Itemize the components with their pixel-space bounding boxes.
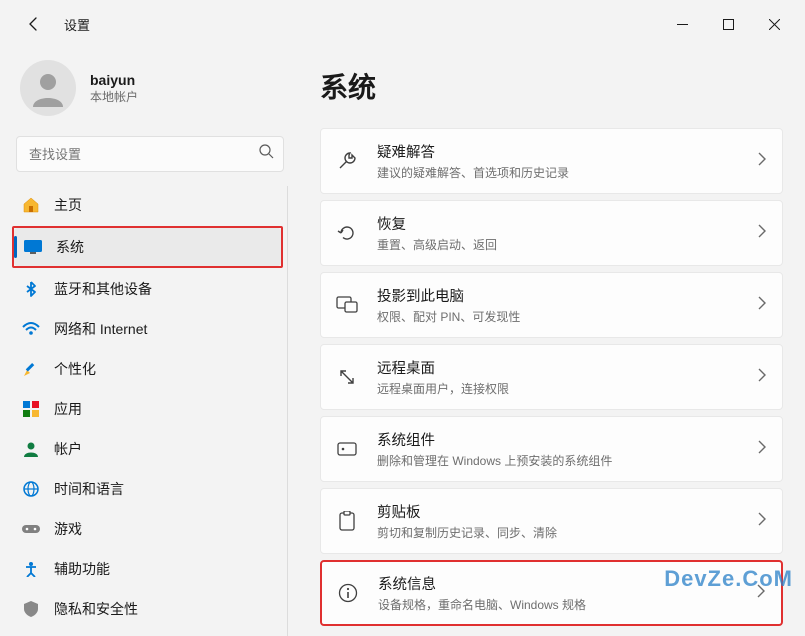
search-input[interactable] (16, 136, 284, 172)
sidebar-item-gaming[interactable]: 游戏 (12, 510, 283, 548)
close-icon (769, 19, 780, 30)
user-name: baiyun (90, 72, 138, 88)
gamepad-icon (22, 520, 40, 538)
chevron-right-icon (758, 224, 766, 243)
paintbrush-icon (22, 360, 40, 378)
card-project[interactable]: 投影到此电脑 权限、配对 PIN、可发现性 (320, 272, 783, 338)
minimize-button[interactable] (659, 8, 705, 40)
sidebar-item-system-highlight: 系统 (12, 226, 283, 268)
card-title: 投影到此电脑 (377, 285, 758, 306)
sidebar: baiyun 本地帐户 主页 系统 蓝牙和其他 (0, 48, 300, 636)
system-icon (24, 238, 42, 256)
card-system-info[interactable]: 系统信息 设备规格，重命名电脑、Windows 规格 (320, 560, 783, 626)
sidebar-item-label: 主页 (54, 195, 82, 215)
person-icon (22, 440, 40, 458)
chevron-right-icon (757, 584, 765, 603)
network-icon (22, 320, 40, 338)
chevron-right-icon (758, 440, 766, 459)
sidebar-item-label: 游戏 (54, 519, 82, 539)
shield-icon (22, 600, 40, 618)
sidebar-item-label: 蓝牙和其他设备 (54, 279, 152, 299)
sidebar-item-label: 时间和语言 (54, 479, 124, 499)
sidebar-item-label: 系统 (56, 237, 84, 257)
sidebar-item-accessibility[interactable]: 辅助功能 (12, 550, 283, 588)
sidebar-item-accounts[interactable]: 帐户 (12, 430, 283, 468)
clipboard-icon (335, 509, 359, 533)
components-icon (335, 437, 359, 461)
nav-list: 主页 系统 蓝牙和其他设备 网络和 Internet 个性化 (12, 186, 288, 636)
globe-icon (22, 480, 40, 498)
card-troubleshoot[interactable]: 疑难解答 建议的疑难解答、首选项和历史记录 (320, 128, 783, 194)
maximize-icon (723, 19, 734, 30)
wrench-icon (335, 149, 359, 173)
card-clipboard[interactable]: 剪贴板 剪切和复制历史记录、同步、清除 (320, 488, 783, 554)
titlebar: 设置 (0, 0, 805, 48)
info-icon (336, 581, 360, 605)
page-title: 系统 (320, 66, 783, 106)
window-controls (659, 8, 797, 40)
user-profile[interactable]: baiyun 本地帐户 (12, 60, 288, 132)
card-subtitle: 远程桌面用户，连接权限 (377, 380, 758, 397)
chevron-right-icon (758, 512, 766, 531)
accessibility-icon (22, 560, 40, 578)
card-subtitle: 建议的疑难解答、首选项和历史记录 (377, 164, 758, 181)
sidebar-item-label: 网络和 Internet (54, 319, 147, 339)
sidebar-item-personalization[interactable]: 个性化 (12, 350, 283, 388)
chevron-right-icon (758, 152, 766, 171)
chevron-right-icon (758, 368, 766, 387)
maximize-button[interactable] (705, 8, 751, 40)
sidebar-item-label: 辅助功能 (54, 559, 110, 579)
sidebar-item-home[interactable]: 主页 (12, 186, 283, 224)
minimize-icon (677, 19, 688, 30)
card-title: 系统组件 (377, 429, 758, 450)
sidebar-item-privacy[interactable]: 隐私和安全性 (12, 590, 283, 628)
card-system-components[interactable]: 系统组件 删除和管理在 Windows 上预安装的系统组件 (320, 416, 783, 482)
search-icon (259, 144, 274, 164)
user-subtitle: 本地帐户 (90, 88, 138, 105)
avatar (20, 60, 76, 116)
home-icon (22, 196, 40, 214)
card-recovery[interactable]: 恢复 重置、高级启动、返回 (320, 200, 783, 266)
card-title: 疑难解答 (377, 141, 758, 162)
bluetooth-icon (22, 280, 40, 298)
window-title: 设置 (64, 15, 90, 34)
card-title: 剪贴板 (377, 501, 758, 522)
card-title: 恢复 (377, 213, 758, 234)
card-subtitle: 删除和管理在 Windows 上预安装的系统组件 (377, 452, 758, 469)
main-content: 系统 疑难解答 建议的疑难解答、首选项和历史记录 恢复 重置、高级启动、返回 (300, 48, 805, 636)
sidebar-item-network[interactable]: 网络和 Internet (12, 310, 283, 348)
sidebar-item-label: 隐私和安全性 (54, 599, 138, 619)
settings-card-list: 疑难解答 建议的疑难解答、首选项和历史记录 恢复 重置、高级启动、返回 投影到此… (320, 128, 783, 626)
close-button[interactable] (751, 8, 797, 40)
remote-desktop-icon (335, 365, 359, 389)
card-remote-desktop[interactable]: 远程桌面 远程桌面用户，连接权限 (320, 344, 783, 410)
sidebar-item-system[interactable]: 系统 (14, 228, 281, 266)
sidebar-item-label: 个性化 (54, 359, 96, 379)
recovery-icon (335, 221, 359, 245)
sidebar-item-apps[interactable]: 应用 (12, 390, 283, 428)
search-box (16, 136, 284, 172)
apps-icon (22, 400, 40, 418)
card-subtitle: 剪切和复制历史记录、同步、清除 (377, 524, 758, 541)
back-button[interactable] (16, 6, 52, 42)
card-title: 远程桌面 (377, 357, 758, 378)
sidebar-item-time-language[interactable]: 时间和语言 (12, 470, 283, 508)
sidebar-item-label: 应用 (54, 399, 82, 419)
sidebar-item-bluetooth[interactable]: 蓝牙和其他设备 (12, 270, 283, 308)
chevron-right-icon (758, 296, 766, 315)
card-title: 系统信息 (378, 573, 757, 594)
card-subtitle: 权限、配对 PIN、可发现性 (377, 308, 758, 325)
project-icon (335, 293, 359, 317)
sidebar-item-label: 帐户 (54, 439, 82, 459)
card-subtitle: 设备规格，重命名电脑、Windows 规格 (378, 596, 757, 613)
card-subtitle: 重置、高级启动、返回 (377, 236, 758, 253)
back-arrow-icon (26, 16, 42, 32)
